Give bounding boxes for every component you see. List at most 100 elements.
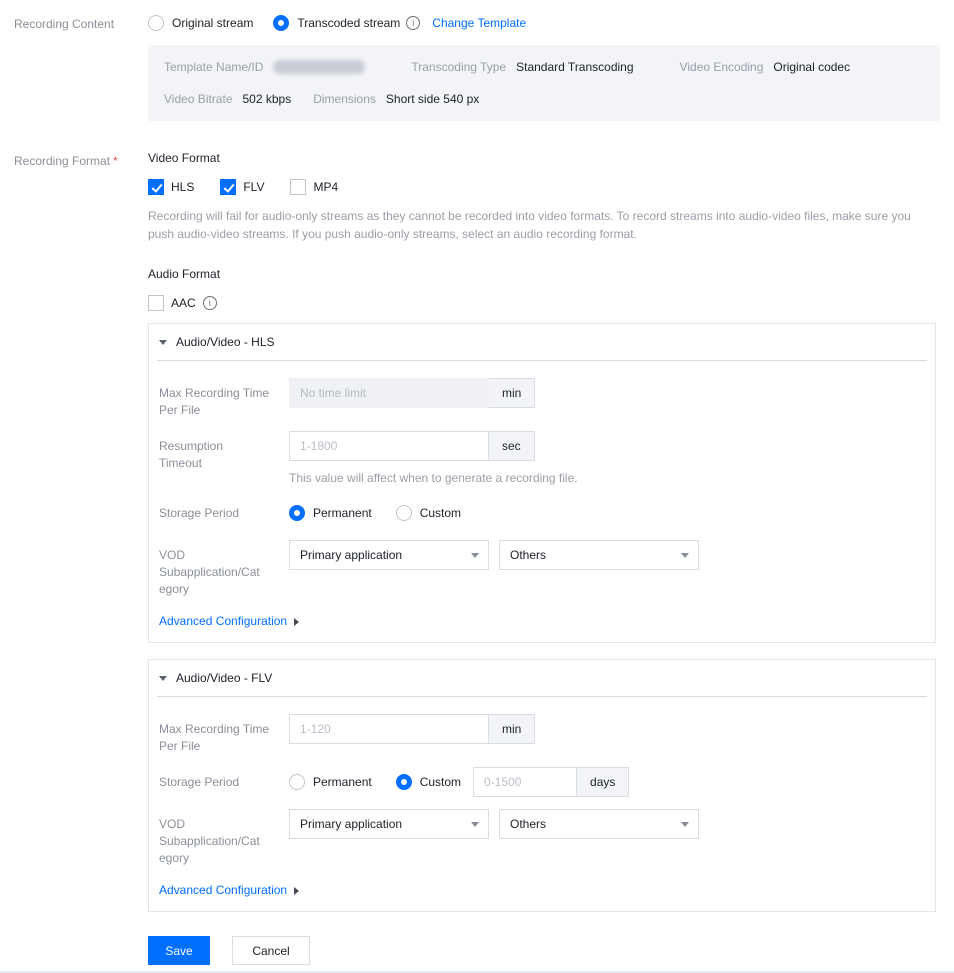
radio-circle-icon	[395, 774, 412, 790]
template-info-row-1: Template Name/ID Transcoding Type Standa…	[164, 60, 924, 74]
redacted-template-id	[273, 60, 366, 74]
hls-checkbox[interactable]: HLS	[148, 179, 194, 195]
change-template-link[interactable]: Change Template	[432, 16, 526, 30]
info-icon[interactable]: i	[202, 296, 217, 310]
hls-vod-category-value: Others	[510, 548, 547, 562]
hls-vod-category-select[interactable]: Others	[499, 540, 699, 570]
flv-max-recording-input[interactable]	[289, 714, 489, 744]
flv-max-recording-field: Max Recording Time Per File min	[159, 714, 925, 755]
flv-advanced-configuration-label: Advanced Configuration	[159, 883, 288, 897]
flv-vod-subapplication-select[interactable]: Primary application	[289, 809, 489, 839]
flv-storage-period-field: Storage Period Permanent Custom 0-1500 d…	[159, 767, 925, 797]
recording-content-body: Original stream Transcoded stream i Chan…	[148, 14, 940, 121]
recording-format-row: Recording Format * Video Format HLS FLV M…	[14, 151, 940, 965]
flv-panel-body: Max Recording Time Per File min Storage …	[149, 697, 935, 911]
audio-format-title: Audio Format	[148, 267, 221, 281]
hls-storage-period-label: Storage Period	[159, 506, 240, 520]
video-bitrate-label: Video Bitrate	[164, 92, 233, 106]
radio-circle-icon	[289, 505, 305, 521]
hls-permanent-label: Permanent	[313, 506, 372, 520]
template-info-row-2: Video Bitrate 502 kbps Dimensions Short …	[164, 92, 924, 106]
dimensions-label: Dimensions	[313, 92, 376, 106]
hls-vod-field: VOD Subapplication/Category Primary appl…	[159, 540, 925, 598]
dimensions-field: Dimensions Short side 540 px	[313, 92, 479, 106]
aac-checkbox[interactable]: AAC	[148, 295, 196, 311]
hls-vod-subapplication-select[interactable]: Primary application	[289, 540, 489, 570]
hls-advanced-configuration-link[interactable]: Advanced Configuration	[159, 614, 300, 628]
hls-advanced-configuration-label: Advanced Configuration	[159, 614, 288, 628]
hls-panel: Audio/Video - HLS Max Recording Time Per…	[148, 323, 936, 643]
video-format-checkbox-group: HLS FLV MP4	[148, 179, 940, 195]
hls-panel-body: Max Recording Time Per File min Resumpti…	[149, 361, 935, 642]
hls-max-recording-input-group: min	[289, 378, 536, 408]
video-bitrate-field: Video Bitrate 502 kbps	[164, 92, 291, 106]
required-asterisk: *	[113, 154, 118, 168]
dimensions-value: Short side 540 px	[385, 92, 480, 106]
flv-checkbox-label: FLV	[243, 180, 265, 194]
transcoded-stream-label: Transcoded stream	[297, 16, 401, 30]
flv-panel: Audio/Video - FLV Max Recording Time Per…	[148, 659, 936, 912]
stream-type-radio-group: Original stream Transcoded stream i Chan…	[148, 14, 940, 32]
original-stream-label: Original stream	[172, 16, 254, 30]
video-encoding-field: Video Encoding Original codec	[680, 60, 851, 74]
transcoding-type-value: Standard Transcoding	[516, 60, 634, 74]
recording-content-row: Recording Content Original stream Transc…	[14, 14, 940, 121]
mp4-checkbox[interactable]: MP4	[290, 179, 338, 195]
flv-storage-days-input-group: days	[473, 767, 630, 797]
info-icon[interactable]: i	[406, 16, 421, 30]
hls-storage-radio-group: Permanent Custom	[289, 498, 485, 528]
hls-resumption-input-group: sec	[289, 431, 578, 461]
radio-circle-icon	[273, 15, 290, 31]
chevron-down-icon	[681, 552, 689, 558]
hls-panel-title: Audio/Video - HLS	[176, 335, 275, 349]
video-encoding-value: Original codec	[773, 60, 851, 74]
radio-circle-icon	[289, 774, 305, 790]
flv-custom-radio[interactable]: Custom	[395, 774, 462, 790]
hls-permanent-radio[interactable]: Permanent	[289, 505, 372, 521]
checkbox-check-icon	[290, 179, 307, 195]
flv-custom-label: Custom	[419, 775, 462, 789]
save-button[interactable]: Save	[148, 936, 210, 965]
template-name-field: Template Name/ID	[164, 60, 366, 74]
video-encoding-label: Video Encoding	[679, 60, 764, 74]
flv-permanent-label: Permanent	[313, 775, 372, 789]
original-stream-radio[interactable]: Original stream	[148, 15, 253, 31]
checkbox-check-icon	[148, 179, 164, 195]
hls-vod-label: VOD Subapplication/Category	[159, 548, 260, 596]
chevron-down-icon	[471, 821, 479, 827]
flv-storage-radio-group: Permanent Custom days	[289, 767, 630, 797]
chevron-right-icon	[294, 886, 300, 895]
radio-circle-icon	[395, 505, 412, 521]
flv-storage-days-unit: days	[577, 767, 630, 797]
flv-vod-category-select[interactable]: Others	[499, 809, 699, 839]
radio-circle-icon	[148, 15, 164, 31]
flv-advanced-configuration-link[interactable]: Advanced Configuration	[159, 883, 300, 897]
hls-panel-header[interactable]: Audio/Video - HLS	[157, 324, 927, 361]
flv-max-recording-input-group: min	[289, 714, 536, 744]
flv-permanent-radio[interactable]: Permanent	[289, 774, 372, 790]
flv-storage-period-label: Storage Period	[159, 775, 240, 789]
checkbox-check-icon	[148, 295, 164, 311]
recording-template-form: Recording Content Original stream Transc…	[0, 0, 954, 973]
hls-max-recording-field: Max Recording Time Per File min	[159, 378, 925, 419]
cancel-button[interactable]: Cancel	[232, 936, 310, 965]
chevron-right-icon	[294, 617, 300, 626]
template-name-label: Template Name/ID	[164, 60, 264, 74]
transcoded-stream-radio[interactable]: Transcoded stream	[273, 15, 400, 31]
flv-checkbox[interactable]: FLV	[220, 179, 264, 195]
video-format-title: Video Format	[148, 151, 220, 165]
flv-vod-label: VOD Subapplication/Category	[159, 817, 260, 865]
hls-resumption-input[interactable]	[289, 431, 489, 461]
flv-vod-selects: Primary application Others	[289, 809, 709, 839]
hls-custom-radio[interactable]: Custom	[395, 505, 461, 521]
transcoding-type-field: Transcoding Type Standard Transcoding	[411, 60, 633, 74]
flv-max-recording-unit: min	[489, 714, 536, 744]
flv-max-recording-label: Max Recording Time Per File	[159, 722, 270, 753]
template-info-box: Template Name/ID Transcoding Type Standa…	[148, 45, 940, 121]
mp4-checkbox-label: MP4	[313, 180, 339, 194]
video-bitrate-value: 502 kbps	[242, 92, 292, 106]
hls-max-recording-input[interactable]	[289, 378, 489, 408]
collapse-arrow-icon	[159, 675, 167, 681]
flv-storage-days-input[interactable]	[473, 767, 578, 797]
flv-panel-header[interactable]: Audio/Video - FLV	[157, 660, 927, 697]
